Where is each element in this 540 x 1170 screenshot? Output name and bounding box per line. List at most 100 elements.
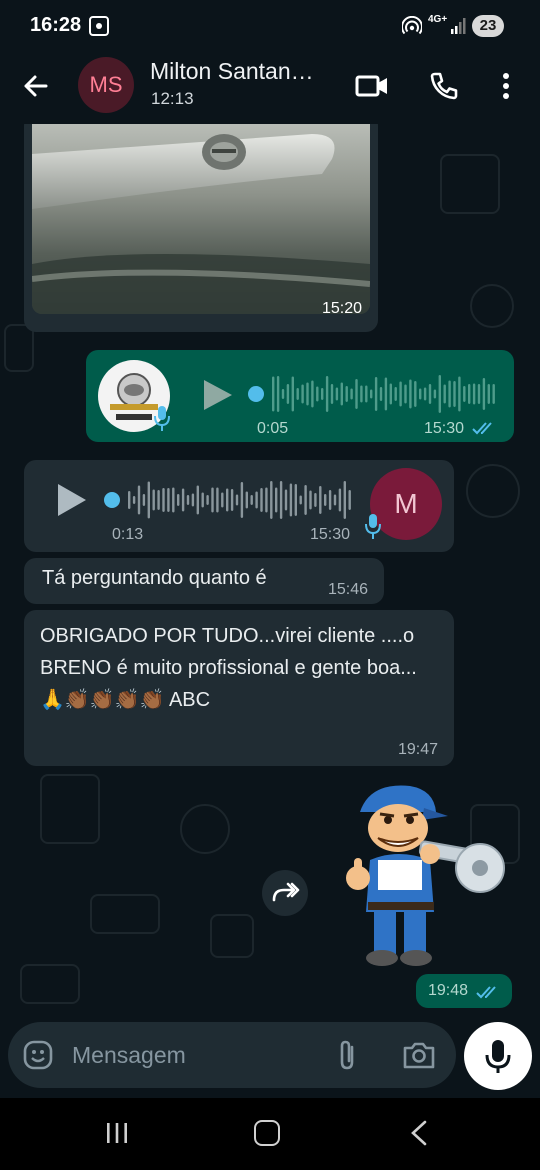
contact-avatar[interactable]: MS [78,57,134,113]
waveform-bar [443,384,446,404]
recents-icon[interactable] [104,1122,130,1144]
waveform-bar [379,387,383,401]
waveform-bar [404,384,407,404]
wallpaper-doodle [20,964,80,1004]
waveform-bar [340,382,343,406]
voice-message-incoming[interactable]: 0:13 15:30 M [24,460,454,552]
hotspot-icon [402,16,422,35]
waveform-bar [374,377,378,411]
message-time: 19:48 [428,982,469,999]
waveform-bar [272,376,275,412]
waveform-bar [314,493,317,507]
status-time: 16:28 [30,14,82,36]
waveform-bar [345,386,348,402]
text-message[interactable]: OBRIGADO POR TUDO...virei cliente ....o … [24,610,454,766]
waveform-bar [482,378,486,410]
wallpaper-doodle [40,774,100,844]
waveform-bar [487,384,490,404]
waveform-bar [409,379,412,409]
network-type-label: 4G+ [428,14,448,25]
waveform-bar [338,488,342,512]
waveform-bar [294,484,297,516]
message-composer [8,1022,456,1088]
image-message[interactable]: 15:20 [24,124,378,332]
waveform-bar [394,387,397,401]
waveform-bar [355,379,358,409]
chat-header: MS Milton Santan… 12:13 [0,52,540,124]
waveform-bar [472,383,476,405]
message-time: 15:46 [328,581,369,598]
locksmith-sticker[interactable] [330,782,510,978]
waveform-bar [281,389,285,399]
emoji-icon[interactable] [22,1039,54,1071]
waveform-bar [181,488,185,512]
waveform-bar [250,495,253,505]
paperclip-icon[interactable] [332,1038,362,1072]
wallpaper-doodle [440,154,500,214]
waveform-bar [221,492,224,508]
waveform-bar [265,487,268,513]
waveform-bar [147,481,150,519]
play-icon[interactable] [54,482,88,518]
waveform-bar [328,490,332,510]
screenshot-icon [89,16,109,36]
back-arrow-icon[interactable] [16,66,56,106]
message-time: 15:20 [321,300,362,317]
waveform-bar [260,488,263,512]
waveform-bar [325,376,329,412]
audio-waveform[interactable] [246,372,496,416]
read-receipt-icon [476,986,496,999]
message-time: 15:30 [310,526,351,543]
waveform-bar [365,385,368,403]
waveform-bar [291,376,294,412]
video-camera-icon[interactable] [352,66,392,106]
chat-area[interactable]: 15:20 0:05 15:30 0:13 15:30 M Tá pergunt… [0,124,540,1020]
waveform-bar [191,493,195,507]
waveform-bar [306,382,309,406]
waveform-bar [245,491,248,509]
waveform-bar [453,381,456,407]
waveform-bar [319,486,322,514]
play-icon[interactable] [200,378,234,412]
microphone-icon[interactable] [464,1022,532,1090]
message-input[interactable] [72,1040,312,1070]
waveform-bar [448,380,451,408]
waveform-bar [201,492,204,508]
waveform-bar [157,490,160,510]
waveform-bar [414,381,417,407]
car-door-handle-photo [32,134,370,314]
signal-strength-icon [451,18,466,34]
waveform-bar [152,489,155,511]
waveform-bar [196,485,199,515]
back-icon[interactable] [410,1120,428,1146]
waveform-bar [172,487,175,513]
message-photo[interactable] [32,124,370,314]
waveform-bar [324,494,327,506]
waveform-bar [167,488,170,512]
waveform-bar [492,384,495,404]
message-text: Tá perguntando quanto é [42,567,267,589]
wallpaper-doodle [4,324,34,372]
waveform-bar [343,481,346,519]
waveform-bar [348,490,351,510]
waveform-bar [299,495,302,505]
more-vert-icon[interactable] [490,66,522,106]
waveform-bar [477,384,481,404]
voice-message-outgoing[interactable]: 0:05 15:30 [86,350,514,442]
waveform-bar [270,481,273,519]
microphone-badge-icon [365,514,381,539]
voice-duration: 0:05 [257,420,289,437]
text-message[interactable]: Tá perguntando quanto é 15:46 [24,558,384,604]
camera-icon[interactable] [402,1039,436,1071]
waveform-bar [438,375,441,413]
home-icon[interactable] [254,1120,280,1146]
waveform-bar [463,386,466,402]
waveform-bar [275,487,278,513]
phone-icon[interactable] [424,66,464,106]
status-bar: 16:28 4G+ 23 [0,0,540,52]
forward-icon[interactable] [262,870,308,916]
audio-waveform[interactable] [102,478,354,522]
contact-name[interactable]: Milton Santan… [150,58,314,85]
waveform-bar [433,389,437,399]
message-text: OBRIGADO POR TUDO...virei cliente ....o … [40,625,417,711]
